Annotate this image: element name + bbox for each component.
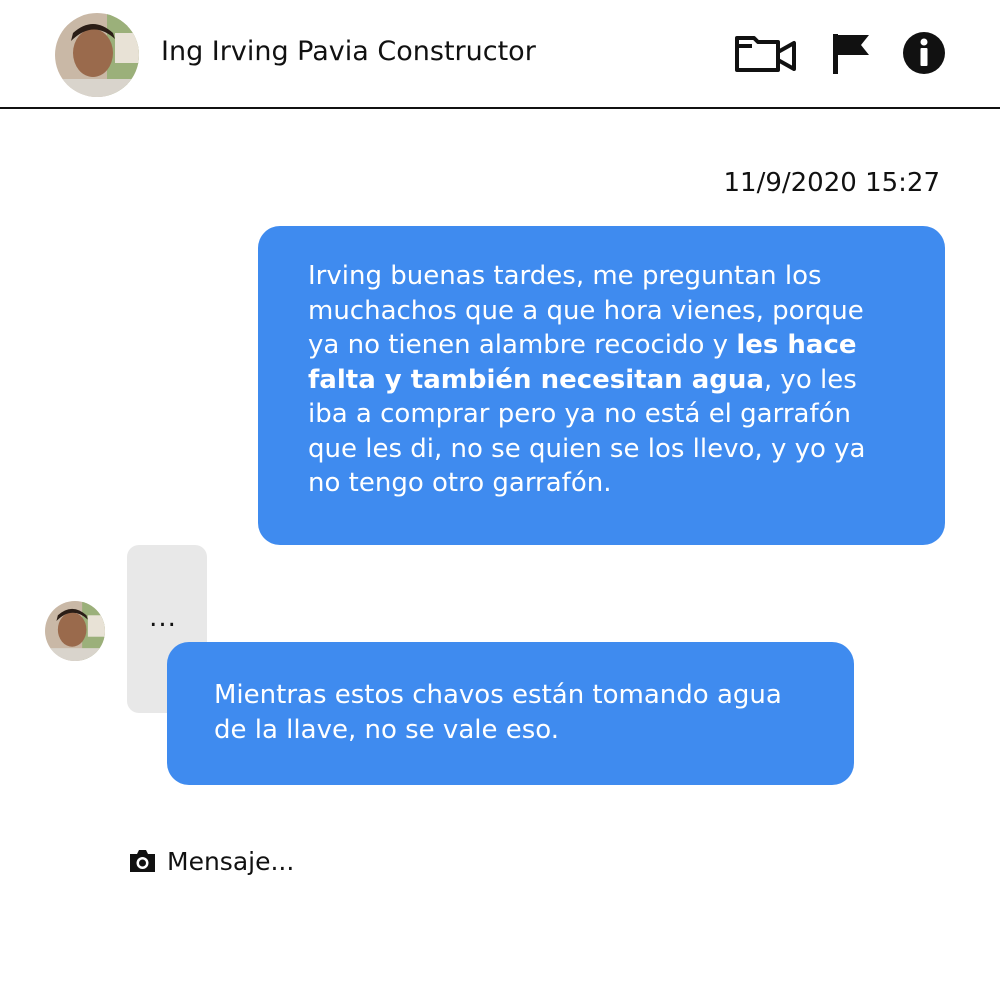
info-icon[interactable] <box>902 31 946 75</box>
outgoing-message-bubble[interactable]: Mientras estos chavos están tomando agua… <box>167 642 854 785</box>
typing-dots: ... <box>149 603 177 633</box>
contact-avatar[interactable] <box>55 13 139 97</box>
flag-icon[interactable] <box>831 32 871 74</box>
message-text: Mientras estos chavos están tomando agua… <box>214 680 782 745</box>
video-camera-icon[interactable] <box>734 32 798 74</box>
sender-avatar[interactable] <box>45 601 105 661</box>
message-input[interactable] <box>167 846 667 876</box>
contact-name[interactable]: Ing Irving Pavia Constructor <box>161 34 536 70</box>
message-timestamp: 11/9/2020 15:27 <box>723 168 940 198</box>
camera-icon[interactable] <box>128 848 157 874</box>
chat-header: Ing Irving Pavia Constructor <box>0 0 1000 109</box>
outgoing-message-bubble[interactable]: Irving buenas tardes, me preguntan los m… <box>258 226 945 545</box>
message-composer <box>128 844 667 878</box>
